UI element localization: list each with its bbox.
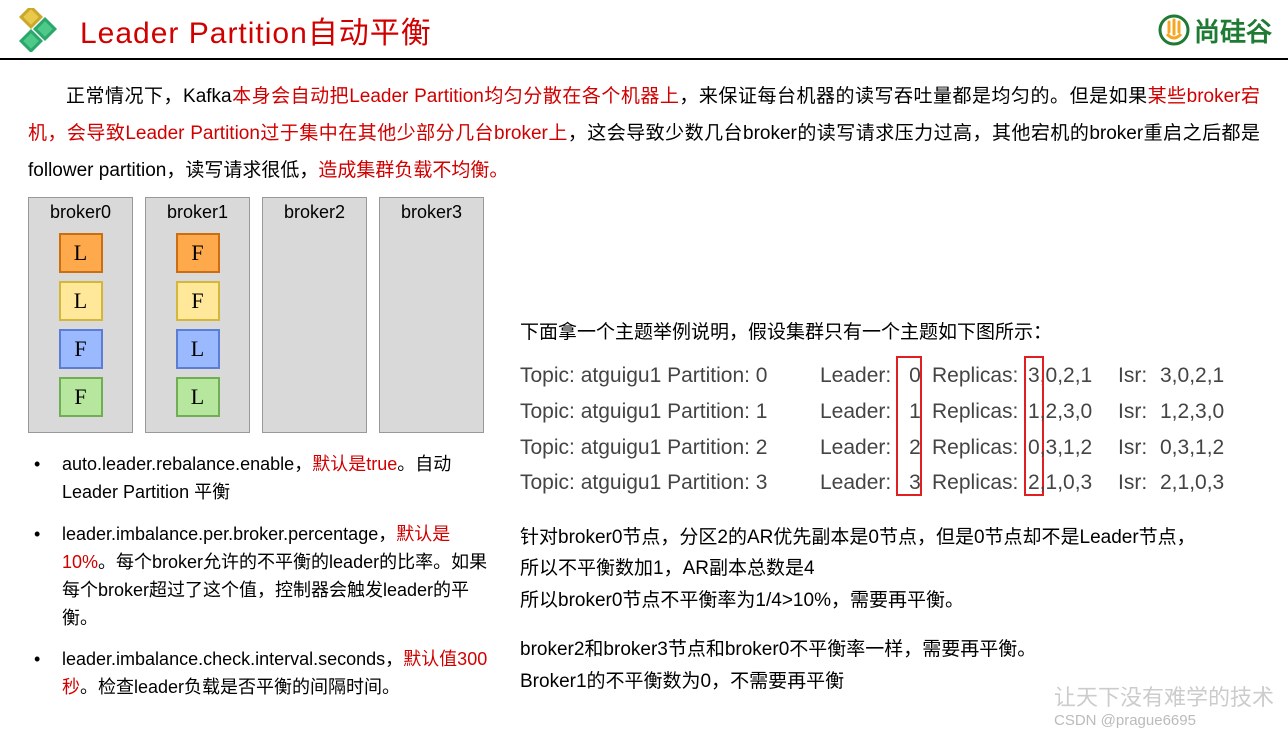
isr-label: Isr: (1118, 358, 1160, 394)
topic-cell: Topic: atguigu1 Partition: 0 (520, 358, 820, 394)
explain-line: 所以broker0节点不平衡率为1/4>10%，需要再平衡。 (520, 586, 1260, 615)
topic-row: Topic: atguigu1 Partition: 3Leader: 3 Re… (520, 465, 1260, 501)
topic-row: Topic: atguigu1 Partition: 1Leader: 1 Re… (520, 394, 1260, 430)
partition-slot: L (176, 329, 220, 369)
replicas-value: 2,1,0,3 (1028, 465, 1118, 501)
replicas-label: Replicas: (932, 430, 1028, 466)
slide-header: Leader Partition自动平衡 尚硅谷 (0, 0, 1288, 60)
isr-value: 3,0,2,1 (1160, 358, 1240, 394)
brand-icon (1158, 14, 1190, 46)
page-title: Leader Partition自动平衡 (80, 8, 432, 52)
brand-text: 尚硅谷 (1194, 12, 1272, 49)
diamond-logo-icon (16, 8, 60, 52)
topic-cell: Topic: atguigu1 Partition: 2 (520, 430, 820, 466)
intro-paragraph: 正常情况下，Kafka本身会自动把Leader Partition均匀分散在各个… (0, 60, 1288, 197)
p1f: 造成集群负载不均衡。 (318, 160, 508, 181)
leader-value: 2 (898, 430, 932, 466)
bullet-text: 。每个broker允许的不平衡的leader的比率。如果每个broker超过了这… (62, 552, 487, 628)
replicas-value: 1,2,3,0 (1028, 394, 1118, 430)
partition-slot: F (59, 329, 103, 369)
leader-label: Leader: (820, 358, 898, 394)
p1c: ，来保证每台机器的读写吞吐量都是均匀的。但是如果 (679, 86, 1147, 107)
bullet-text: auto.leader.rebalance.enable， (62, 454, 312, 474)
bullet-item: •leader.imbalance.per.broker.percentage，… (34, 521, 496, 633)
example-lead: 下面拿一个主题举例说明，假设集群只有一个主题如下图所示： (520, 317, 1260, 344)
right-column: 下面拿一个主题举例说明，假设集群只有一个主题如下图所示： Topic: atgu… (520, 197, 1260, 716)
isr-label: Isr: (1118, 430, 1160, 466)
leader-value: 1 (898, 394, 932, 430)
topic-cell: Topic: atguigu1 Partition: 1 (520, 394, 820, 430)
topic-describe-output: Topic: atguigu1 Partition: 0Leader: 0 Re… (520, 358, 1260, 501)
left-column: broker0LLFFbroker1FFLLbroker2broker3 •au… (28, 197, 496, 716)
bullet-marker: • (34, 451, 62, 507)
broker-title: broker1 (167, 202, 228, 223)
leader-label: Leader: (820, 394, 898, 430)
watermark-credit: CSDN @prague6695 (1054, 712, 1274, 729)
explain-line: broker2和broker3节点和broker0不平衡率一样，需要再平衡。 (520, 635, 1260, 664)
broker-box: broker1FFLL (145, 197, 250, 433)
watermark: 让天下没有难学的技术 CSDN @prague6695 (1054, 680, 1274, 729)
topic-row: Topic: atguigu1 Partition: 2Leader: 2 Re… (520, 430, 1260, 466)
explain-line: 所以不平衡数加1，AR副本总数是4 (520, 554, 1260, 583)
replicas-label: Replicas: (932, 465, 1028, 501)
broker-diagram: broker0LLFFbroker1FFLLbroker2broker3 (28, 197, 496, 433)
replicas-label: Replicas: (932, 394, 1028, 430)
p1b: 本身会自动把Leader Partition均匀分散在各个机器上 (232, 86, 680, 107)
broker-box: broker3 (379, 197, 484, 433)
bullet-marker: • (34, 521, 62, 633)
topic-row: Topic: atguigu1 Partition: 0Leader: 0 Re… (520, 358, 1260, 394)
explanation-block: 针对broker0节点，分区2的AR优先副本是0节点，但是0节点却不是Leade… (520, 523, 1260, 696)
explain-line: 针对broker0节点，分区2的AR优先副本是0节点，但是0节点却不是Leade… (520, 523, 1260, 552)
broker-box: broker2 (262, 197, 367, 433)
isr-label: Isr: (1118, 465, 1160, 501)
leader-label: Leader: (820, 465, 898, 501)
broker-title: broker2 (284, 202, 345, 223)
bullet-text: 。检查leader负载是否平衡的间隔时间。 (80, 677, 400, 697)
isr-value: 0,3,1,2 (1160, 430, 1240, 466)
config-bullets: •auto.leader.rebalance.enable，默认是true。自动… (28, 451, 496, 702)
isr-value: 1,2,3,0 (1160, 394, 1240, 430)
brand-logo: 尚硅谷 (1158, 12, 1272, 49)
bullet-item: •auto.leader.rebalance.enable，默认是true。自动… (34, 451, 496, 507)
bullet-body: leader.imbalance.per.broker.percentage，默… (62, 521, 496, 633)
isr-label: Isr: (1118, 394, 1160, 430)
topic-cell: Topic: atguigu1 Partition: 3 (520, 465, 820, 501)
partition-slot: F (176, 281, 220, 321)
partition-slot: L (176, 377, 220, 417)
watermark-slogan: 让天下没有难学的技术 (1054, 680, 1274, 712)
partition-slot: F (59, 377, 103, 417)
leader-value: 0 (898, 358, 932, 394)
bullet-item: •leader.imbalance.check.interval.seconds… (34, 646, 496, 702)
replicas-value: 0,3,1,2 (1028, 430, 1118, 466)
bullet-body: auto.leader.rebalance.enable，默认是true。自动L… (62, 451, 496, 507)
partition-slot: L (59, 281, 103, 321)
partition-slot: L (59, 233, 103, 273)
replicas-value: 3,0,2,1 (1028, 358, 1118, 394)
isr-value: 2,1,0,3 (1160, 465, 1240, 501)
bullet-text: leader.imbalance.per.broker.percentage， (62, 524, 396, 544)
partition-slot: F (176, 233, 220, 273)
bullet-marker: • (34, 646, 62, 702)
broker-title: broker3 (401, 202, 462, 223)
broker-title: broker0 (50, 202, 111, 223)
leader-value: 3 (898, 465, 932, 501)
replicas-label: Replicas: (932, 358, 1028, 394)
broker-box: broker0LLFF (28, 197, 133, 433)
leader-label: Leader: (820, 430, 898, 466)
bullet-highlight: 默认是true (312, 454, 397, 474)
bullet-text: leader.imbalance.check.interval.seconds， (62, 649, 403, 669)
p1a: 正常情况下，Kafka (66, 86, 232, 107)
bullet-body: leader.imbalance.check.interval.seconds，… (62, 646, 496, 702)
